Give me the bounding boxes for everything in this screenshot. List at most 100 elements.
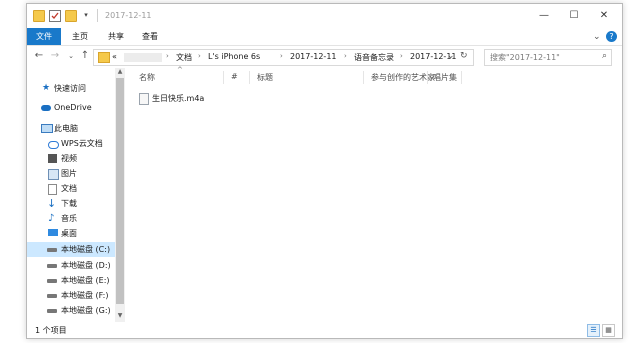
sidebar-item-wps-cloud[interactable]: WPS云文档	[27, 136, 123, 151]
properties-icon[interactable]	[49, 10, 61, 22]
close-icon: ✕	[599, 10, 609, 21]
sidebar-item-label: 快速访问	[54, 84, 86, 93]
sidebar-item-drive-e[interactable]: 本地磁盘 (E:)	[27, 273, 123, 288]
computer-icon	[41, 124, 53, 133]
sidebar-item-label: 图片	[61, 169, 77, 178]
sidebar-item-this-pc[interactable]: 此电脑	[27, 121, 123, 136]
music-icon: ♪	[48, 213, 55, 224]
refresh-icon[interactable]: ↻	[460, 51, 468, 61]
sidebar-item-label: 视频	[61, 154, 77, 163]
column-header-title[interactable]: 标题	[257, 72, 273, 83]
sidebar-item-quick-access[interactable]: ★ 快速访问	[27, 81, 123, 96]
tab-share[interactable]: 共享	[103, 28, 129, 45]
sidebar-item-pictures[interactable]: 图片	[27, 166, 123, 181]
desktop-icon	[48, 229, 58, 236]
column-divider[interactable]	[249, 71, 250, 84]
details-view-button[interactable]: ☰	[587, 324, 600, 337]
window-title: 2017-12-11	[105, 11, 152, 20]
sidebar-item-label: 本地磁盘 (C:)	[61, 245, 111, 254]
tab-view[interactable]: 查看	[137, 28, 163, 45]
breadcrumb-separator-icon[interactable]: ›	[198, 52, 201, 60]
quick-access-dropdown-icon[interactable]: ▾	[81, 10, 91, 20]
ribbon-expand-icon[interactable]: ⌄	[593, 32, 601, 42]
column-header-name[interactable]: 名称	[139, 72, 155, 83]
breadcrumb-separator-icon[interactable]: ›	[344, 52, 347, 60]
column-divider[interactable]	[363, 71, 364, 84]
sidebar-item-documents[interactable]: 文档	[27, 181, 123, 196]
up-button[interactable]: ↑	[79, 50, 91, 62]
scroll-down-icon[interactable]: ▼	[115, 312, 125, 319]
column-header-number[interactable]: #	[231, 72, 238, 81]
status-bar: 1 个项目 ☰ ▦	[27, 322, 622, 338]
back-arrow-icon: ←	[34, 50, 44, 61]
drive-icon	[47, 294, 57, 298]
sidebar-item-drive-c[interactable]: 本地磁盘 (C:)	[27, 242, 123, 257]
breadcrumb-item[interactable]: 语音备忘录	[354, 52, 394, 63]
sidebar-item-label: 桌面	[61, 229, 77, 238]
sidebar-item-drive-g[interactable]: 本地磁盘 (G:)	[27, 303, 123, 318]
title-divider	[97, 9, 98, 22]
breadcrumb-item[interactable]: 文档	[176, 52, 192, 63]
sidebar-item-label: 本地磁盘 (F:)	[61, 291, 109, 300]
column-divider[interactable]	[223, 71, 224, 84]
navigation-pane: ★ 快速访问 OneDrive 此电脑 WPS云文档 视频 图片 文档 ↓ 下载…	[27, 68, 127, 322]
tab-home[interactable]: 主页	[67, 28, 93, 45]
sidebar-item-music[interactable]: ♪ 音乐	[27, 211, 123, 226]
minimize-button[interactable]: —	[536, 9, 552, 23]
blurred-breadcrumb	[124, 53, 162, 62]
forward-button[interactable]: →	[49, 50, 61, 62]
sidebar-item-videos[interactable]: 视频	[27, 151, 123, 166]
sidebar-item-label: 本地磁盘 (G:)	[61, 306, 111, 315]
sidebar-item-drive-f[interactable]: 本地磁盘 (F:)	[27, 288, 123, 303]
sidebar-item-label: 下载	[61, 199, 77, 208]
close-button[interactable]: ✕	[596, 9, 612, 23]
address-bar[interactable]: « › 文档 › L's iPhone 6s › 2017-12-11 › 语音…	[93, 49, 474, 66]
drive-icon	[47, 248, 57, 252]
help-button[interactable]: ?	[606, 31, 617, 42]
title-bar: ▾ 2017-12-11 — ☐ ✕	[27, 4, 622, 28]
sidebar-item-label: 音乐	[61, 214, 77, 223]
file-list: ^ 名称 # 标题 参与创作的艺术家 唱片集 生日快乐.m4a	[127, 66, 622, 322]
address-row: ← → ⌄ ↑ « › 文档 › L's iPhone 6s › 2017-12…	[27, 46, 622, 68]
search-input[interactable]: 搜索"2017-12-11" ⌕	[484, 49, 612, 66]
download-icon: ↓	[47, 197, 57, 210]
sidebar-item-label: OneDrive	[54, 103, 92, 112]
sidebar-item-drive-d[interactable]: 本地磁盘 (D:)	[27, 258, 123, 273]
address-dropdown-icon[interactable]: ⌄	[447, 51, 455, 61]
recent-locations-button[interactable]: ⌄	[65, 50, 77, 62]
sidebar-scrollbar[interactable]: ▲ ▼	[115, 68, 125, 322]
explorer-window: ▾ 2017-12-11 — ☐ ✕ 文件 主页 共享 查看 ⌄ ? ← → ⌄…	[26, 3, 623, 339]
breadcrumb-overflow[interactable]: «	[112, 52, 117, 61]
tab-file[interactable]: 文件	[27, 28, 61, 45]
column-divider[interactable]	[427, 71, 428, 84]
sidebar-item-label: 文档	[61, 184, 77, 193]
ribbon: 文件 主页 共享 查看 ⌄ ?	[27, 28, 622, 46]
column-divider[interactable]	[461, 71, 462, 84]
sidebar-item-onedrive[interactable]: OneDrive	[27, 100, 123, 115]
drive-icon	[47, 264, 57, 268]
scroll-up-icon[interactable]: ▲	[115, 68, 125, 75]
minimize-icon: —	[539, 10, 549, 21]
new-folder-icon[interactable]	[65, 10, 77, 22]
sidebar-item-desktop[interactable]: 桌面	[27, 226, 123, 241]
sort-ascending-icon: ^	[177, 66, 183, 74]
breadcrumb-separator-icon[interactable]: ›	[400, 52, 403, 60]
audio-file-icon	[139, 93, 149, 105]
column-header-album[interactable]: 唱片集	[433, 72, 457, 83]
scrollbar-thumb[interactable]	[116, 78, 124, 304]
breadcrumb-separator-icon[interactable]: ›	[166, 52, 169, 60]
back-button[interactable]: ←	[33, 50, 45, 62]
folder-icon	[33, 10, 45, 22]
sidebar-item-label: 本地磁盘 (E:)	[61, 276, 110, 285]
breadcrumb-separator-icon[interactable]: ›	[280, 52, 283, 60]
column-header-artist[interactable]: 参与创作的艺术家	[371, 72, 435, 83]
picture-icon	[48, 169, 59, 180]
sidebar-item-downloads[interactable]: ↓ 下载	[27, 196, 123, 211]
sidebar-item-label: 此电脑	[54, 124, 78, 133]
document-icon	[48, 184, 57, 195]
maximize-button[interactable]: ☐	[566, 9, 582, 23]
breadcrumb-item[interactable]: L's iPhone 6s	[208, 52, 260, 61]
large-icons-view-button[interactable]: ▦	[602, 324, 615, 337]
breadcrumb-item[interactable]: 2017-12-11	[290, 52, 337, 61]
search-placeholder: 搜索"2017-12-11"	[490, 53, 560, 62]
